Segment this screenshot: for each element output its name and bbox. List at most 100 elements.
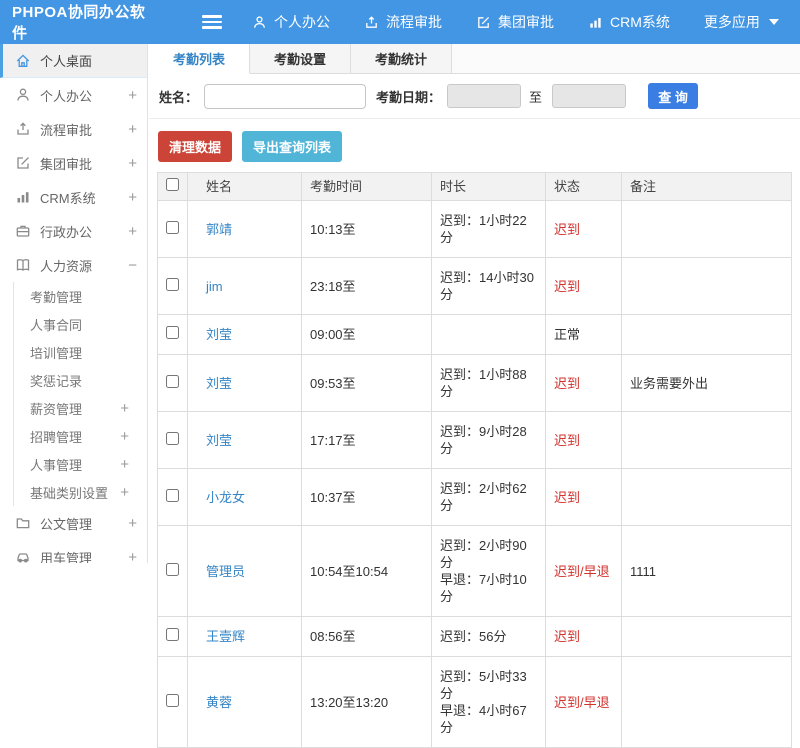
col-header-time: 考勤时间 <box>301 172 432 201</box>
name-input[interactable] <box>204 83 367 109</box>
status-badge: 迟到 <box>545 411 622 469</box>
user-icon <box>15 87 31 103</box>
nav-item-crm[interactable]: CRM系统 <box>588 12 670 32</box>
row-checkbox[interactable] <box>166 488 179 502</box>
workflow-icon <box>364 15 379 30</box>
expand-plus-icon[interactable]: + <box>120 456 129 473</box>
expand-plus-icon[interactable]: + <box>120 484 129 501</box>
expand-plus-icon[interactable]: + <box>128 515 137 532</box>
sidebar-subitem-attendance-management[interactable]: 考勤管理 <box>14 282 147 310</box>
date-from-input[interactable] <box>447 84 522 108</box>
table-row: 刘莹 17:17至 迟到：9小时28分 迟到 <box>157 411 792 469</box>
expand-plus-icon[interactable]: + <box>128 549 137 564</box>
row-checkbox[interactable] <box>166 326 179 339</box>
table-row: 郭靖 10:13至 迟到：1小时22分 迟到 <box>157 200 792 258</box>
sidebar-subitem-salary-management[interactable]: 薪资管理 + <box>14 394 147 422</box>
search-button[interactable]: 查 询 <box>648 83 699 109</box>
status-badge: 迟到 <box>545 257 622 315</box>
sidebar-item-hr[interactable]: 人力资源 − <box>0 248 147 282</box>
book-icon <box>15 257 31 273</box>
row-checkbox[interactable] <box>166 374 179 388</box>
sidebar-item-label: 考勤管理 <box>30 289 83 305</box>
row-checkbox[interactable] <box>166 562 179 576</box>
to-label: 至 <box>529 89 543 105</box>
expand-plus-icon[interactable]: + <box>128 121 137 138</box>
duration-cell: 迟到：9小时28分 <box>431 411 546 469</box>
tab-attendance-settings[interactable]: 考勤设置 <box>250 44 352 73</box>
employee-name-link[interactable]: 刘莹 <box>206 376 232 391</box>
top-nav: 个人办公 流程审批 集团审批 CRM系统 更多应用 <box>252 12 779 32</box>
remark-cell <box>621 468 792 526</box>
attendance-date-label: 考勤日期： <box>376 89 442 105</box>
sidebar-subitem-training-management[interactable]: 培训管理 <box>14 338 147 366</box>
nav-item-group-approval[interactable]: 集团审批 <box>476 12 554 32</box>
tab-bar: 考勤列表 考勤设置 考勤统计 <box>149 44 800 74</box>
employee-name-link[interactable]: 管理员 <box>206 564 245 579</box>
bar-chart-icon <box>15 189 31 205</box>
sidebar-subitem-base-category-settings[interactable]: 基础类别设置 + <box>14 478 147 506</box>
employee-name-link[interactable]: 小龙女 <box>206 490 245 505</box>
sidebar-item-admin-office[interactable]: 行政办公 + <box>0 214 147 248</box>
date-to-input[interactable] <box>552 84 627 108</box>
row-checkbox[interactable] <box>166 277 179 291</box>
sidebar-subitem-hr-contract[interactable]: 人事合同 <box>14 310 147 338</box>
sidebar-subitem-personnel-management[interactable]: 人事管理 + <box>14 450 147 478</box>
sidebar-subitem-reward-punishment[interactable]: 奖惩记录 <box>14 366 147 394</box>
employee-name-link[interactable]: jim <box>206 279 223 294</box>
nav-item-more-apps[interactable]: 更多应用 <box>704 12 779 32</box>
select-all-checkbox[interactable] <box>166 178 179 191</box>
sidebar-item-vehicle-management[interactable]: 用车管理 + <box>0 540 147 563</box>
expand-plus-icon[interactable]: + <box>128 155 137 172</box>
employee-name-link[interactable]: 王壹辉 <box>206 629 245 644</box>
clean-data-button[interactable]: 清理数据 <box>158 131 233 162</box>
nav-item-workflow-approval[interactable]: 流程审批 <box>364 12 442 32</box>
expand-plus-icon[interactable]: + <box>128 223 137 240</box>
row-checkbox[interactable] <box>166 220 179 234</box>
employee-name-link[interactable]: 黄蓉 <box>206 695 232 710</box>
employee-name-link[interactable]: 刘莹 <box>206 433 232 448</box>
sidebar-subitem-recruit-management[interactable]: 招聘管理 + <box>14 422 147 450</box>
edit-icon <box>476 15 491 30</box>
row-checkbox[interactable] <box>166 693 179 707</box>
select-all-cell <box>157 172 188 201</box>
sidebar-item-label: 集团审批 <box>40 156 93 172</box>
collapse-minus-icon[interactable]: − <box>128 257 137 274</box>
sidebar-item-label: 培训管理 <box>30 345 83 361</box>
expand-plus-icon[interactable]: + <box>128 189 137 206</box>
folder-icon <box>15 515 31 531</box>
app-header: PHPOA协同办公软件 个人办公 流程审批 集团审批 CRM系统 更多应用 <box>0 0 800 44</box>
employee-name-link[interactable]: 刘莹 <box>206 327 232 342</box>
col-header-remark: 备注 <box>621 172 792 201</box>
expand-plus-icon[interactable]: + <box>128 87 137 104</box>
sidebar-item-group-approval[interactable]: 集团审批 + <box>0 146 147 180</box>
menu-toggle-icon[interactable] <box>202 15 222 29</box>
status-badge: 迟到 <box>545 200 622 258</box>
sidebar-item-label: CRM系统 <box>40 190 96 206</box>
table-row: 王壹辉 08:56至 迟到：56分 迟到 <box>157 616 792 657</box>
employee-name-link[interactable]: 郭靖 <box>206 222 232 237</box>
sidebar-item-label: 薪资管理 <box>30 401 83 417</box>
duration-cell: 迟到：1小时88分 <box>431 354 546 412</box>
sidebar-item-personal-desktop[interactable]: 个人桌面 <box>0 44 147 78</box>
expand-plus-icon[interactable]: + <box>120 400 129 417</box>
attendance-time: 17:17至 <box>301 411 432 469</box>
col-header-duration: 时长 <box>431 172 546 201</box>
attendance-table: 姓名 考勤时间 时长 状态 备注 郭靖 10:13至 迟到：1小时22分 迟到 … <box>157 172 792 748</box>
briefcase-icon <box>15 223 31 239</box>
tab-attendance-statistics[interactable]: 考勤统计 <box>351 44 453 73</box>
sidebar-item-personal-office[interactable]: 个人办公 + <box>0 78 147 112</box>
export-list-button[interactable]: 导出查询列表 <box>242 131 343 162</box>
hr-submenu: 考勤管理 人事合同 培训管理 奖惩记录 薪资管理 + 招聘管理 + 人事管理 +… <box>13 282 147 506</box>
tab-attendance-list[interactable]: 考勤列表 <box>149 44 251 74</box>
sidebar-item-document-management[interactable]: 公文管理 + <box>0 506 147 540</box>
sidebar-item-crm[interactable]: CRM系统 + <box>0 180 147 214</box>
workflow-icon <box>15 121 31 137</box>
expand-plus-icon[interactable]: + <box>120 428 129 445</box>
sidebar-item-label: 人事管理 <box>30 457 83 473</box>
row-checkbox[interactable] <box>166 431 179 445</box>
nav-item-personal-office[interactable]: 个人办公 <box>252 12 330 32</box>
remark-cell <box>621 200 792 258</box>
duration-cell <box>431 314 546 355</box>
sidebar-item-workflow-approval[interactable]: 流程审批 + <box>0 112 147 146</box>
row-checkbox[interactable] <box>166 628 179 641</box>
